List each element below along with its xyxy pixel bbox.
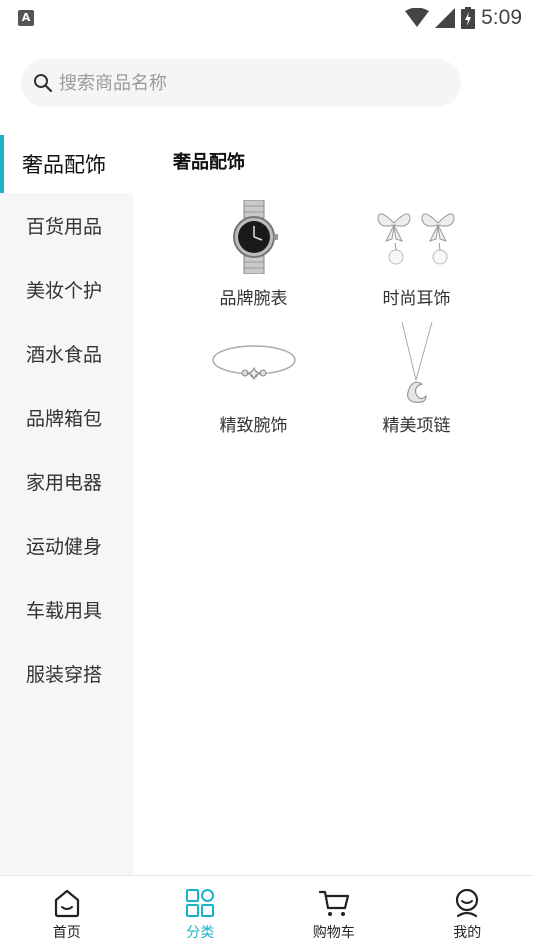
nav-cart[interactable]: 购物车 <box>267 876 401 950</box>
search-bar[interactable] <box>21 59 461 107</box>
battery-icon <box>461 7 476 29</box>
profile-icon <box>456 888 479 918</box>
search-icon <box>34 74 53 93</box>
sidebar-item-sports-fitness[interactable]: 运动健身 <box>0 513 133 577</box>
product-label: 时尚耳饰 <box>382 289 451 309</box>
sidebar-item-drinks-food[interactable]: 酒水食品 <box>0 321 133 385</box>
sidebar-item-luxury-accessories[interactable]: 奢品配饰 <box>0 135 133 193</box>
product-label: 品牌腕表 <box>219 289 288 309</box>
product-grid: 品牌腕表 时尚耳饰 精致腕饰 精美项链 <box>172 196 497 436</box>
sidebar-item-clothing[interactable]: 服装穿搭 <box>0 641 133 705</box>
clock: 5:09 <box>481 6 522 29</box>
nav-label: 购物车 <box>312 925 355 941</box>
sidebar-item-home-appliances[interactable]: 家用电器 <box>0 449 133 513</box>
necklace-image <box>372 322 462 405</box>
nav-label: 分类 <box>186 925 215 941</box>
sidebar-item-beauty-care[interactable]: 美妆个护 <box>0 257 133 321</box>
nav-category[interactable]: 分类 <box>134 876 268 950</box>
sidebar-item-label: 车载用具 <box>26 599 103 622</box>
sidebar-item-car-accessories[interactable]: 车载用具 <box>0 577 133 641</box>
earrings-image <box>372 196 462 278</box>
home-icon <box>54 889 79 918</box>
sidebar-item-label: 酒水食品 <box>26 343 103 366</box>
sidebar-item-label: 美妆个护 <box>26 279 103 302</box>
nav-label: 首页 <box>52 925 81 941</box>
product-item-watch[interactable]: 品牌腕表 <box>172 196 335 309</box>
search-input[interactable] <box>59 72 439 94</box>
category-title: 奢品配饰 <box>173 152 245 173</box>
sidebar-item-label: 运动健身 <box>26 535 103 558</box>
nav-label: 我的 <box>453 925 482 941</box>
product-item-bracelet[interactable]: 精致腕饰 <box>172 323 335 436</box>
product-item-necklace[interactable]: 精美项链 <box>335 322 498 436</box>
sidebar-item-brand-bags[interactable]: 品牌箱包 <box>0 385 133 449</box>
bottom-navigation: 首页 分类 购物车 我的 <box>0 875 534 950</box>
watch-image <box>209 196 299 278</box>
nav-profile[interactable]: 我的 <box>401 876 534 950</box>
sidebar-item-daily-goods[interactable]: 百货用品 <box>0 193 133 257</box>
sidebar-item-label: 服装穿搭 <box>26 663 103 686</box>
product-item-earrings[interactable]: 时尚耳饰 <box>335 196 498 309</box>
product-label: 精美项链 <box>382 416 451 436</box>
cart-icon <box>318 890 349 916</box>
status-indicators: 5:09 <box>405 4 522 32</box>
category-sidebar: 奢品配饰 百货用品 美妆个护 酒水食品 品牌箱包 家用电器 运动健身 车载用具 … <box>0 135 133 875</box>
nav-home[interactable]: 首页 <box>0 876 134 950</box>
sidebar-item-label: 品牌箱包 <box>26 407 103 430</box>
status-bar: A 5:09 <box>0 0 534 36</box>
sidebar-item-label: 家用电器 <box>26 471 103 494</box>
category-icon <box>186 889 215 917</box>
sidebar-item-label: 奢品配饰 <box>22 153 106 177</box>
bracelet-image <box>209 323 299 405</box>
cell-signal-icon <box>435 8 456 28</box>
notification-icon: A <box>18 10 34 26</box>
wifi-icon <box>405 8 430 27</box>
product-label: 精致腕饰 <box>219 416 288 436</box>
sidebar-item-label: 百货用品 <box>26 215 103 238</box>
